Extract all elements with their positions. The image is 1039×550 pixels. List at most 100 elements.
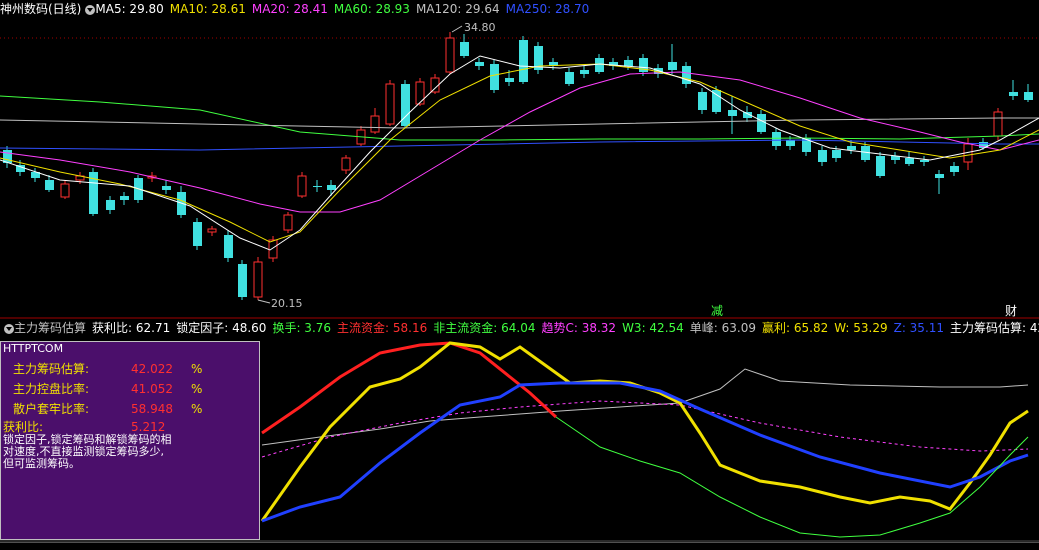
candle-body — [253, 261, 263, 298]
candle-body — [1009, 92, 1018, 96]
ma10-line — [0, 63, 1039, 243]
dropdown-icon[interactable] — [4, 323, 14, 334]
indicator-label: 换手: 3.76 — [272, 321, 332, 335]
candle-body — [45, 180, 54, 190]
candle-body — [993, 111, 1003, 137]
single-peak-line — [261, 368, 1029, 446]
candle-body — [341, 157, 351, 171]
ma-label: MA120: 29.64 — [415, 2, 500, 16]
low-price-label: 20.15 — [271, 297, 303, 310]
info-panel: HTTPTCOM 主力筹码估算: 42.022% 主力控盘比率: 41.052% 散… — [0, 341, 260, 540]
candle-body — [832, 150, 841, 158]
candle-body — [565, 72, 574, 84]
candle-body — [728, 110, 737, 116]
ma-label: MA5: 29.80 — [95, 2, 164, 16]
ma-label: MA250: 28.70 — [505, 2, 590, 16]
info-row: 散户套牢比率: 58.948% — [13, 400, 211, 418]
ma-label: MA60: 28.93 — [333, 2, 410, 16]
indicator-label: 主力筹码估算: 42.02 — [950, 321, 1039, 335]
indicator-label: 主力筹码估算 — [14, 321, 87, 335]
indicator-label: 主流资金: 58.16 — [337, 321, 428, 335]
chart-header: 神州数码(日线) MA5: 29.80 MA10: 28.61 MA20: 28.41… — [0, 0, 1039, 18]
info-description: 锁定因子,锁定筹码和解锁筹码的相对速度,不直接监测锁定筹码多少,但可监测筹码。 — [3, 433, 172, 470]
candle-body — [224, 235, 233, 258]
candle-body — [505, 78, 514, 82]
info-value: 42.022 — [131, 362, 173, 376]
price-chart[interactable]: 34.80 20.15 减 财 — [0, 0, 1039, 319]
candle-body — [668, 62, 677, 70]
info-label: 主力筹码估算: — [13, 362, 90, 376]
candle-body — [207, 228, 217, 233]
candle-body — [935, 174, 944, 178]
candle-body — [786, 140, 795, 146]
ma-label: MA20: 28.41 — [251, 2, 328, 16]
indicator-label: 单峰: 63.09 — [689, 321, 756, 335]
candle-body — [950, 166, 959, 172]
indicator-label: W3: 42.54 — [622, 321, 684, 335]
high-price-label: 34.80 — [464, 21, 496, 34]
candle-body — [268, 239, 278, 259]
info-row: 主力控盘比率: 41.052% — [13, 380, 211, 398]
indicator-label: 获利比: 62.71 — [92, 321, 171, 335]
ma5-line — [0, 55, 1039, 251]
candle-body — [327, 185, 336, 190]
indicator-label: Z: 35.11 — [893, 321, 945, 335]
candle-body — [595, 58, 604, 72]
stock-title[interactable]: 神州数码(日线) — [0, 2, 81, 16]
info-title: HTTPTCOM — [3, 342, 64, 355]
indicator-label: 趋势C: 38.32 — [541, 321, 617, 335]
win-line — [260, 341, 1029, 522]
event-marker: 减 — [711, 304, 723, 318]
candle-body — [920, 160, 929, 162]
candle-body — [818, 150, 827, 162]
info-unit: % — [191, 382, 203, 396]
candle-body — [580, 70, 589, 74]
indicator-label: W: 53.29 — [834, 321, 888, 335]
info-label: 散户套牢比率: — [13, 402, 90, 416]
candle-body — [385, 83, 395, 125]
info-unit: % — [191, 362, 203, 376]
candle-body — [162, 186, 171, 190]
candle-body — [624, 60, 633, 66]
candle-body — [876, 156, 885, 176]
high-pointer — [451, 25, 463, 33]
indicator-label: 锁定因子: 48.60 — [176, 321, 267, 335]
low-pointer — [257, 299, 271, 304]
main-fund-line — [261, 341, 558, 435]
candle-body — [238, 264, 247, 297]
z-line — [261, 381, 1029, 523]
candle-body — [682, 66, 691, 84]
ma-legend: MA5: 29.80 MA10: 28.61 MA20: 28.41 MA60: 28… — [95, 2, 595, 16]
candle-body — [297, 175, 307, 197]
candle-body — [460, 42, 469, 56]
candle-body — [120, 196, 129, 200]
candle-body — [757, 114, 766, 132]
candle-body — [905, 158, 914, 164]
candle-body — [475, 62, 484, 66]
info-value: 41.052 — [131, 382, 173, 396]
ma-label: MA10: 28.61 — [169, 2, 246, 16]
info-label: 主力控盘比率: — [13, 382, 90, 396]
dropdown-icon[interactable] — [85, 4, 96, 15]
candle-body — [772, 132, 781, 146]
candle-body — [313, 186, 322, 187]
info-row: 主力筹码估算: 42.022% — [13, 360, 211, 378]
ma250-line — [0, 139, 1039, 151]
candle-body — [370, 115, 380, 133]
indicator-header: 主力筹码估算 获利比: 62.71 锁定因子: 48.60 换手: 3.76 主流资金:… — [0, 319, 1039, 337]
indicator-label: 赢利: 65.82 — [762, 321, 829, 335]
event-marker: 财 — [1005, 304, 1017, 318]
candle-body — [519, 40, 528, 82]
candle-body — [445, 37, 455, 73]
info-value: 58.948 — [131, 402, 173, 416]
candle-body — [60, 183, 70, 198]
candle-body — [1024, 92, 1033, 100]
indicator-legend: 主力筹码估算 获利比: 62.71 锁定因子: 48.60 换手: 3.76 主流资金:… — [14, 321, 1039, 335]
candle-body — [490, 64, 499, 90]
candle-body — [712, 90, 721, 112]
candle-body — [698, 92, 707, 110]
candle-body — [106, 200, 115, 210]
w3-line — [555, 416, 1029, 538]
candle-body — [415, 81, 425, 105]
candle-body — [283, 214, 293, 231]
